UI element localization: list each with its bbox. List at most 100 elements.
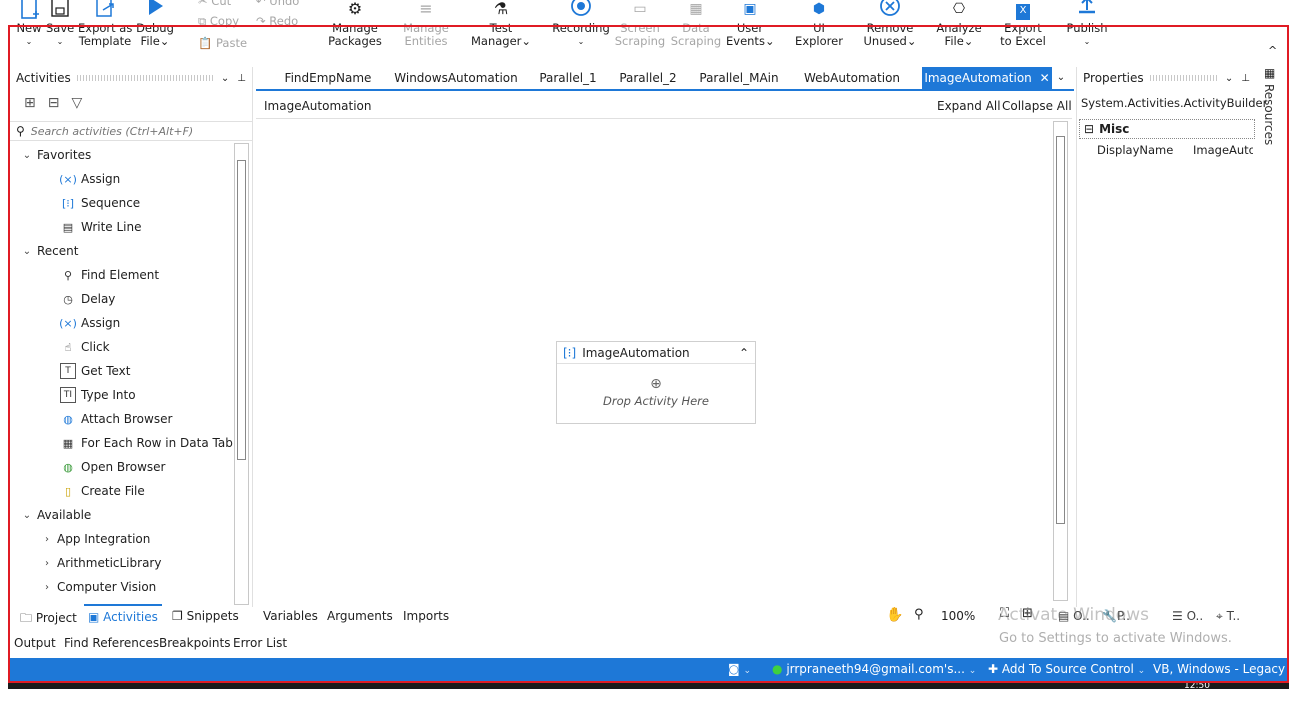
publish-button[interactable]: Publish ⌄: [1062, 0, 1112, 48]
properties-header: Properties ⌄ ⊥: [1077, 67, 1256, 89]
new-button[interactable]: New ⌄: [14, 0, 44, 48]
hand-pan-icon[interactable]: ✋: [886, 607, 903, 623]
drop-hint: Drop Activity Here: [603, 394, 709, 408]
activities-scrollbar[interactable]: [234, 143, 249, 605]
close-icon[interactable]: ✕: [1040, 71, 1050, 85]
tab-snippets[interactable]: ❐ Snippets: [172, 609, 239, 623]
tree-item-type-into[interactable]: TI Type Into: [60, 383, 136, 407]
new-label: New: [16, 21, 42, 35]
tree-item-assign[interactable]: (×) Assign: [59, 167, 120, 191]
zoom-level[interactable]: 100%: [941, 609, 975, 623]
tree-item-write-line[interactable]: ▤ Write Line: [60, 215, 142, 239]
pin-icon[interactable]: ⊥: [237, 73, 246, 84]
project-type[interactable]: VB, Windows - Legacy: [1153, 658, 1285, 681]
resources-icon[interactable]: ▦: [1264, 66, 1275, 80]
resources-tab[interactable]: Resources: [1262, 84, 1276, 145]
tree-item-assign-recent[interactable]: (×) Assign: [59, 311, 120, 335]
tree-item-sequence[interactable]: [⁝] Sequence: [60, 191, 140, 215]
properties-category[interactable]: ⊟ Misc: [1079, 119, 1255, 139]
user-events-button[interactable]: ▣ User Events⌄: [726, 0, 775, 48]
collapse-all-link[interactable]: Collapse All: [1002, 99, 1072, 113]
recording-button[interactable]: Recording ⌄: [550, 0, 612, 48]
filter-icon[interactable]: ▽: [71, 95, 82, 111]
manage-packages-button[interactable]: ⚙ Manage Packages: [326, 0, 384, 48]
test-manager-button[interactable]: ⚗ Test Manager⌄: [470, 0, 532, 48]
imports-tab[interactable]: Imports: [403, 609, 449, 623]
manage-entities-button[interactable]: ≡ Manage Entities: [398, 0, 454, 48]
tab-windowsautomation[interactable]: WindowsAutomation: [390, 67, 522, 89]
tree-item-find-element[interactable]: ⚲ Find Element: [60, 263, 159, 287]
tab-find-references[interactable]: Find References: [64, 636, 159, 650]
tab-targets[interactable]: ⌖ T..: [1216, 609, 1240, 624]
assign-icon: (×): [59, 316, 77, 330]
arguments-tab[interactable]: Arguments: [327, 609, 393, 623]
search-input[interactable]: [30, 124, 231, 138]
tab-findempname[interactable]: FindEmpName: [274, 67, 382, 89]
remove-unused-button[interactable]: Remove Unused⌄: [862, 0, 918, 48]
chevron-down-icon[interactable]: ⌄: [1225, 73, 1233, 84]
collapse-icon[interactable]: ⌃: [739, 346, 749, 360]
collapse-box-icon[interactable]: ⊟: [1084, 122, 1094, 136]
tab-imageautomation[interactable]: ImageAutomation ✕: [922, 67, 1052, 89]
tree-item-app-integration[interactable]: › App Integration: [40, 527, 150, 551]
account-status[interactable]: ● jrrpraneeth94@gmail.com's... ⌄: [772, 658, 976, 681]
paste-button[interactable]: 📋 Paste: [198, 36, 247, 50]
tab-error-list[interactable]: Error List: [233, 636, 287, 650]
item-label: Sequence: [81, 196, 141, 210]
tab-webautomation[interactable]: WebAutomation: [796, 67, 908, 89]
export-excel-button[interactable]: X Export to Excel: [996, 0, 1050, 48]
tree-item-computer-vision[interactable]: › Computer Vision: [40, 575, 156, 599]
add-to-source-control[interactable]: ✚ Add To Source Control ⌄: [988, 658, 1145, 681]
tab-activities-bottom[interactable]: ▣ Activities: [84, 604, 162, 626]
collapse-ribbon-icon[interactable]: ^: [1268, 44, 1277, 57]
tab-output[interactable]: Output: [14, 636, 56, 650]
tree-item-click[interactable]: ☝ Click: [60, 335, 110, 359]
scrollbar-thumb[interactable]: [1056, 136, 1065, 524]
tab-breakpoints[interactable]: Breakpoints: [159, 636, 230, 650]
activities-search[interactable]: ⚲: [10, 121, 252, 141]
sequence-activity[interactable]: [⁝] ImageAutomation ⌃ ⊕ Drop Activity He…: [556, 341, 756, 424]
expand-all-icon[interactable]: ⊞: [24, 95, 36, 111]
breadcrumb[interactable]: ImageAutomation: [264, 99, 371, 113]
tree-group-available[interactable]: ⌄ Available: [20, 503, 92, 527]
analyze-file-button[interactable]: ⎔ Analyze File⌄: [934, 0, 984, 48]
tree-group-favorites[interactable]: ⌄ Favorites: [20, 143, 91, 167]
designer-scrollbar[interactable]: [1053, 121, 1068, 601]
tab-parallel-main[interactable]: Parallel_MAin: [696, 67, 782, 89]
tree-item-arithmetic[interactable]: › ArithmeticLibrary: [40, 551, 161, 575]
tab-parallel-1[interactable]: Parallel_1: [532, 67, 604, 89]
undo-button[interactable]: ↶ Undo: [256, 0, 299, 8]
screen-scraping-button[interactable]: ▭ Screen Scraping: [614, 0, 666, 48]
tree-item-attach-browser[interactable]: ◍ Attach Browser: [60, 407, 172, 431]
tree-group-recent[interactable]: ⌄ Recent: [20, 239, 79, 263]
data-scraping-button[interactable]: ▦ Data Scraping: [670, 0, 722, 48]
property-value[interactable]: ImageAutomation: [1193, 143, 1253, 157]
scrollbar-thumb[interactable]: [237, 160, 246, 460]
tree-item-delay[interactable]: ◷ Delay: [60, 287, 115, 311]
add-activity-icon[interactable]: ⊕: [557, 376, 755, 392]
packages-icon: ⚙: [347, 0, 363, 18]
tree-item-create-file[interactable]: ▯ Create File: [60, 479, 145, 503]
cut-button[interactable]: ✂ Cut: [198, 0, 231, 8]
pin-icon[interactable]: ⊥: [1241, 73, 1250, 84]
tab-project[interactable]: 🗀 Project: [20, 609, 77, 630]
tab-object-browser[interactable]: ☰ O..: [1172, 609, 1203, 623]
tree-item-open-browser[interactable]: ◍ Open Browser: [60, 455, 165, 479]
debug-file-button[interactable]: Debug File⌄: [136, 0, 174, 48]
ui-explorer-button[interactable]: ⬢ UI Explorer: [794, 0, 844, 48]
save-button[interactable]: Save ⌄: [46, 0, 74, 48]
collapse-all-icon[interactable]: ⊟: [48, 95, 60, 111]
tabs-overflow-icon[interactable]: ⌄: [1054, 67, 1068, 89]
expand-all-link[interactable]: Expand All: [937, 99, 1001, 113]
tree-item-get-text[interactable]: T Get Text: [60, 359, 130, 383]
zoom-icon[interactable]: ⚲: [914, 607, 924, 622]
export-template-button[interactable]: Export as Template: [78, 0, 132, 48]
tree-item-for-each-row[interactable]: ▦ For Each Row in Data Table: [60, 431, 238, 455]
chevron-down-icon: ⌄: [22, 245, 32, 257]
redo-button[interactable]: ↷ Redo: [256, 14, 298, 28]
chevron-down-icon[interactable]: ⌄: [221, 73, 229, 84]
variables-tab[interactable]: Variables: [263, 609, 318, 623]
notifications-button[interactable]: ◙ ⌄: [728, 658, 751, 681]
copy-button[interactable]: ⧉ Copy: [198, 14, 239, 29]
tab-parallel-2[interactable]: Parallel_2: [612, 67, 684, 89]
